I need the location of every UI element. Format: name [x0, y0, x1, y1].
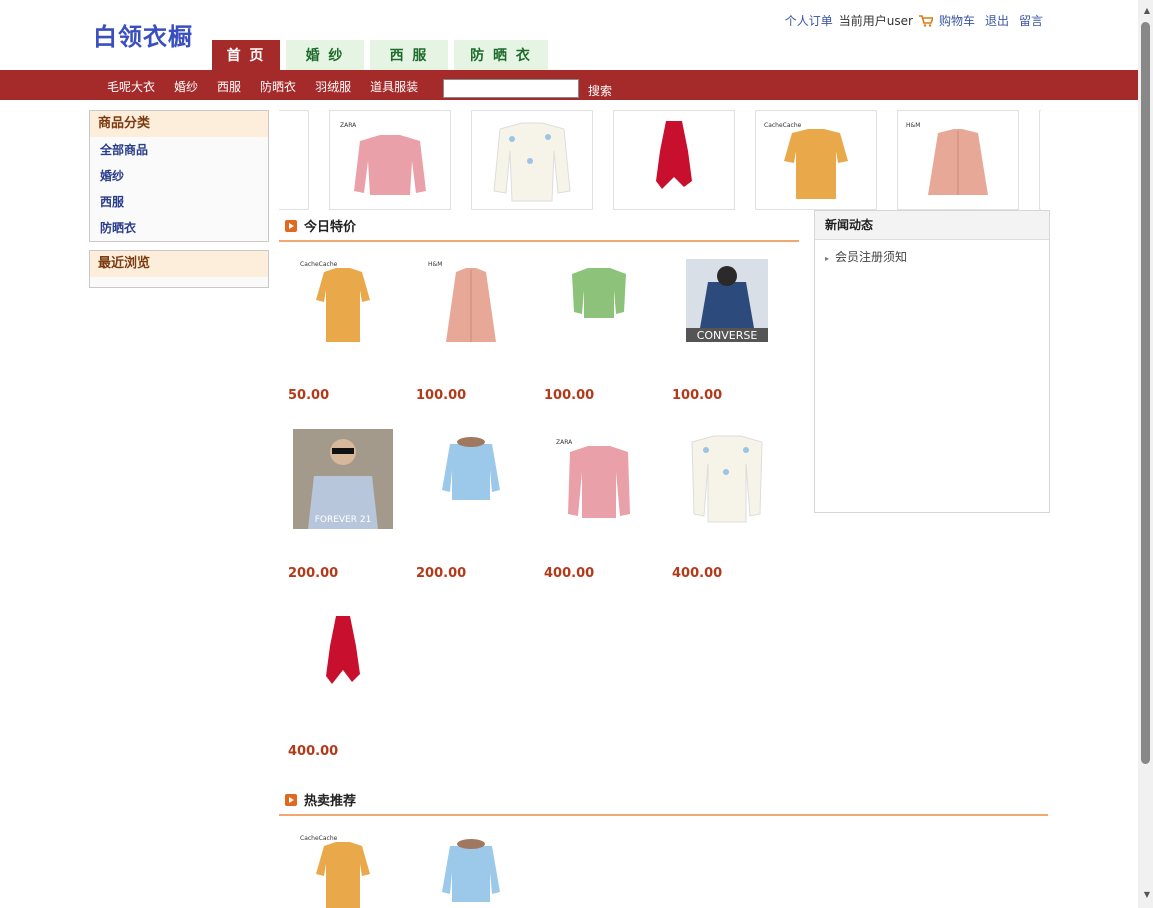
- section-divider: [279, 814, 1048, 816]
- pink-coat-icon: H&M: [906, 122, 988, 195]
- category-panel: 商品分类 全部商品 婚纱 西服 防晒衣: [89, 110, 269, 242]
- product-price: 400.00: [544, 566, 595, 581]
- carousel-item[interactable]: [471, 110, 593, 210]
- yellow-tee-icon: CacheCache: [764, 122, 848, 199]
- product-image[interactable]: [288, 604, 398, 714]
- product-image[interactable]: [416, 826, 526, 908]
- tab-home[interactable]: 首 页: [212, 40, 280, 70]
- scroll-down-icon[interactable]: ▼: [1144, 890, 1150, 899]
- product-image[interactable]: H&M: [416, 252, 526, 362]
- carousel-item[interactable]: ZARA: [329, 110, 451, 210]
- catnav-wedding-dress[interactable]: 婚纱: [174, 78, 198, 95]
- pink-coat-icon: H&M: [428, 261, 496, 342]
- carousel-item-partial[interactable]: [279, 110, 309, 210]
- today-special-title: 今日特价: [304, 220, 357, 235]
- blue-down-jacket-icon: [442, 839, 500, 902]
- product-image[interactable]: [544, 252, 654, 362]
- product-image[interactable]: [672, 424, 782, 534]
- cart-link[interactable]: 购物车: [939, 12, 975, 29]
- site-logo[interactable]: 白领衣橱: [93, 17, 193, 52]
- svg-text:CONVERSE: CONVERSE: [697, 329, 758, 342]
- section-divider: [279, 240, 799, 242]
- pink-sweater-icon: ZARA: [556, 439, 630, 518]
- white-sweater-icon: [493, 122, 571, 202]
- catnav-sun-protection[interactable]: 防晒衣: [260, 78, 296, 95]
- carousel-item[interactable]: CacheCache: [755, 110, 877, 210]
- category-wedding-dress[interactable]: 婚纱: [90, 163, 268, 189]
- category-sun-protection[interactable]: 防晒衣: [90, 215, 268, 241]
- catnav-costume[interactable]: 道具服装: [370, 78, 418, 95]
- tab-sun-protection[interactable]: 防 晒 衣: [454, 40, 548, 70]
- category-nav: 毛呢大衣 婚纱 西服 防晒衣 羽绒服 道具服装: [107, 78, 418, 95]
- vertical-scrollbar[interactable]: ▲ ▼: [1138, 0, 1153, 908]
- product-price: 400.00: [288, 744, 339, 759]
- product-image[interactable]: ZARA: [544, 424, 654, 534]
- product-image[interactable]: CacheCache: [288, 826, 398, 908]
- product-price: 100.00: [672, 388, 723, 403]
- green-sweater-icon: [572, 268, 626, 318]
- product-price: 100.00: [544, 388, 595, 403]
- carousel-item[interactable]: [613, 110, 735, 210]
- current-user-label: 当前用户user: [838, 14, 913, 28]
- forever21-photo-icon: FOREVER 21: [293, 429, 393, 529]
- svg-text:ZARA: ZARA: [340, 122, 357, 129]
- today-special-header: 今日特价: [285, 216, 356, 235]
- carousel-item-partial[interactable]: [1039, 110, 1041, 210]
- carousel-item[interactable]: H&M: [897, 110, 1019, 210]
- category-suit[interactable]: 西服: [90, 189, 268, 215]
- recent-panel: 最近浏览: [89, 250, 269, 288]
- pink-sweater-icon: ZARA: [340, 122, 426, 195]
- category-panel-title: 商品分类: [90, 111, 268, 137]
- product-price: 200.00: [416, 566, 467, 581]
- product-price: 400.00: [672, 566, 723, 581]
- white-sweater-icon: [691, 435, 763, 523]
- hot-header: 热卖推荐: [285, 790, 356, 809]
- tab-suit[interactable]: 西 服: [370, 40, 448, 70]
- product-image[interactable]: [416, 424, 526, 534]
- svg-text:CacheCache: CacheCache: [300, 261, 338, 268]
- orders-link[interactable]: 个人订单: [785, 12, 833, 29]
- logout-link[interactable]: 退出: [985, 12, 1009, 29]
- message-link[interactable]: 留言: [1019, 12, 1043, 29]
- tab-wedding-dress[interactable]: 婚 纱: [286, 40, 364, 70]
- svg-text:ZARA: ZARA: [556, 439, 573, 446]
- news-panel: 新闻动态 会员注册须知: [814, 210, 1050, 513]
- scroll-up-icon[interactable]: ▲: [1144, 6, 1150, 15]
- catnav-wool-coat[interactable]: 毛呢大衣: [107, 78, 155, 95]
- red-dress-icon: [656, 121, 692, 189]
- category-all[interactable]: 全部商品: [90, 137, 268, 163]
- yellow-tee-icon: CacheCache: [300, 835, 370, 908]
- svg-text:FOREVER 21: FOREVER 21: [315, 515, 372, 525]
- converse-photo-icon: CONVERSE: [686, 259, 768, 342]
- cart-icon[interactable]: [918, 14, 935, 27]
- product-price: 100.00: [416, 388, 467, 403]
- svg-text:CacheCache: CacheCache: [764, 122, 802, 129]
- news-title: 新闻动态: [815, 211, 1049, 240]
- red-dress-icon: [326, 616, 360, 684]
- product-image[interactable]: CONVERSE: [672, 252, 782, 362]
- svg-text:H&M: H&M: [428, 261, 442, 268]
- main-tabs: 首 页 婚 纱 西 服 防 晒 衣: [212, 40, 548, 70]
- section-arrow-icon: [285, 793, 297, 806]
- catnav-suit[interactable]: 西服: [217, 78, 241, 95]
- scroll-thumb[interactable]: [1141, 22, 1150, 764]
- section-arrow-icon: [285, 219, 297, 232]
- news-item[interactable]: 会员注册须知: [815, 240, 1049, 265]
- search-input[interactable]: [443, 79, 579, 98]
- catnav-down-jacket[interactable]: 羽绒服: [315, 78, 351, 95]
- yellow-tee-icon: CacheCache: [300, 261, 370, 342]
- svg-text:CacheCache: CacheCache: [300, 835, 338, 842]
- blue-down-jacket-icon: [442, 437, 500, 500]
- product-price: 200.00: [288, 566, 339, 581]
- svg-text:H&M: H&M: [906, 122, 920, 129]
- product-image[interactable]: CacheCache: [288, 252, 398, 362]
- product-image[interactable]: FOREVER 21: [288, 424, 398, 534]
- search-button[interactable]: 搜索: [588, 82, 612, 99]
- top-nav: 个人订单 当前用户user 购物车 退出 留言: [785, 12, 1043, 29]
- hot-title: 热卖推荐: [304, 794, 357, 809]
- recent-panel-title: 最近浏览: [90, 251, 268, 277]
- product-price: 50.00: [288, 388, 330, 403]
- product-carousel: ZARA CacheCache H&M: [279, 110, 1041, 210]
